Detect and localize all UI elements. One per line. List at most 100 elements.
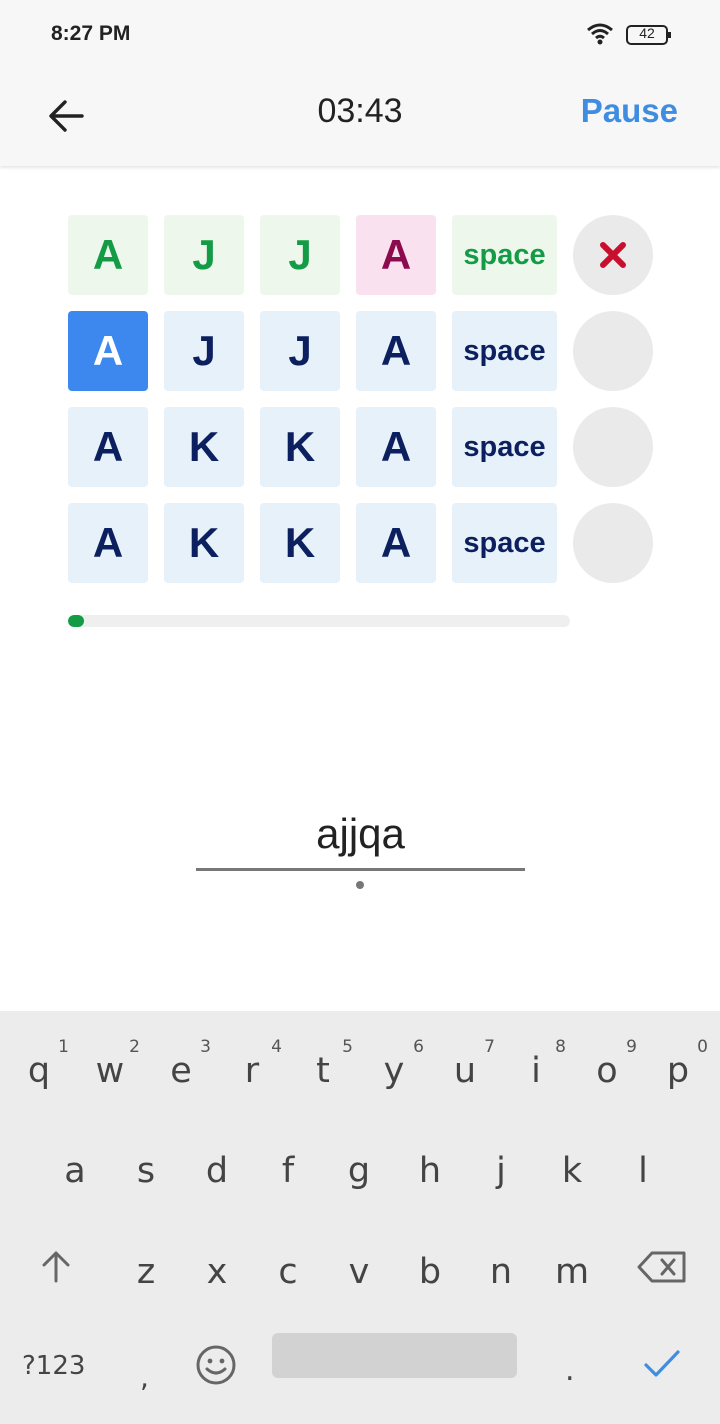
letter-cell: K xyxy=(164,407,244,487)
letter-cell: J xyxy=(164,311,244,391)
letter-cell: A xyxy=(68,407,148,487)
soft-keyboard: ?123 , . q1w2e3r4t5y6u7i8o9p0asdfghjklzx… xyxy=(0,1011,720,1424)
letter-cell: A xyxy=(68,215,148,295)
key-q[interactable]: q1 xyxy=(7,1033,71,1113)
grid-row: A J J Aspace xyxy=(68,215,668,295)
key-r[interactable]: r4 xyxy=(220,1033,284,1113)
letter-cell: J xyxy=(260,215,340,295)
grid-row: A J J Aspace xyxy=(68,311,668,391)
key-u[interactable]: u7 xyxy=(433,1033,497,1113)
key-e[interactable]: e3 xyxy=(149,1033,213,1113)
wrong-x-icon xyxy=(600,242,626,268)
done-check-icon[interactable] xyxy=(642,1347,682,1381)
key-label: b xyxy=(418,1252,442,1292)
key-label: o xyxy=(596,1051,618,1091)
letter-cell: A xyxy=(356,407,436,487)
letter-cell: A xyxy=(356,311,436,391)
progress-bar xyxy=(68,615,570,627)
row-result-indicator xyxy=(573,407,653,487)
battery-level: 42 xyxy=(639,25,655,41)
backspace-icon[interactable] xyxy=(636,1249,688,1285)
key-hint: 2 xyxy=(129,1037,140,1057)
key-p[interactable]: p0 xyxy=(646,1033,710,1113)
grid-row: A K K Aspace xyxy=(68,407,668,487)
row-result-indicator xyxy=(573,311,653,391)
letter-cell: A xyxy=(68,503,148,583)
letter-cell: K xyxy=(260,407,340,487)
key-label: y xyxy=(383,1051,405,1091)
key-t[interactable]: t5 xyxy=(291,1033,355,1113)
space-cell: space xyxy=(452,407,557,487)
key-label: s xyxy=(136,1151,156,1191)
progress-fill xyxy=(68,615,84,627)
letter-cell: J xyxy=(164,215,244,295)
grid-row: A K K Aspace xyxy=(68,503,668,583)
letter-cell: A xyxy=(68,311,148,391)
key-o[interactable]: o9 xyxy=(575,1033,639,1113)
letter-cell: K xyxy=(164,503,244,583)
key-k[interactable]: k xyxy=(540,1133,604,1213)
key-label: v xyxy=(348,1252,370,1292)
key-n[interactable]: n xyxy=(469,1234,533,1314)
key-m[interactable]: m xyxy=(540,1234,604,1314)
key-label: x xyxy=(206,1252,228,1292)
key-h[interactable]: h xyxy=(398,1133,462,1213)
wifi-icon xyxy=(587,23,613,45)
key-x[interactable]: x xyxy=(185,1234,249,1314)
key-label: i xyxy=(531,1051,541,1091)
key-label: u xyxy=(453,1051,477,1091)
key-a[interactable]: a xyxy=(43,1133,107,1213)
key-label: r xyxy=(244,1051,260,1091)
key-label: c xyxy=(278,1252,298,1292)
key-y[interactable]: y6 xyxy=(362,1033,426,1113)
key-hint: 5 xyxy=(342,1037,353,1057)
app-bar: 03:43 Pause xyxy=(0,66,720,166)
key-label: e xyxy=(170,1051,192,1091)
key-label: t xyxy=(316,1051,330,1091)
key-label: a xyxy=(64,1151,86,1191)
key-label: h xyxy=(418,1151,442,1191)
key-hint: 1 xyxy=(58,1037,69,1057)
key-v[interactable]: v xyxy=(327,1234,391,1314)
key-hint: 3 xyxy=(200,1037,211,1057)
letter-cell: K xyxy=(260,503,340,583)
comma-key[interactable]: , xyxy=(140,1361,149,1394)
key-label: n xyxy=(489,1252,513,1292)
status-time: 8:27 PM xyxy=(51,22,131,45)
space-cell: space xyxy=(452,311,557,391)
period-key[interactable]: . xyxy=(565,1353,575,1388)
key-label: z xyxy=(136,1252,156,1292)
shift-icon[interactable] xyxy=(38,1249,74,1285)
key-label: k xyxy=(561,1151,583,1191)
space-cell: space xyxy=(452,503,557,583)
cursor-handle[interactable] xyxy=(356,881,364,889)
key-d[interactable]: d xyxy=(185,1133,249,1213)
key-hint: 4 xyxy=(271,1037,282,1057)
key-label: d xyxy=(205,1151,229,1191)
letter-cell: A xyxy=(356,215,436,295)
key-hint: 6 xyxy=(413,1037,424,1057)
typed-input[interactable]: ajjqa xyxy=(196,810,525,858)
key-s[interactable]: s xyxy=(114,1133,178,1213)
key-label: q xyxy=(27,1051,51,1091)
key-z[interactable]: z xyxy=(114,1234,178,1314)
pause-button[interactable]: Pause xyxy=(581,92,678,130)
key-c[interactable]: c xyxy=(256,1234,320,1314)
key-label: l xyxy=(638,1151,648,1191)
input-underline xyxy=(196,868,525,871)
spacebar[interactable] xyxy=(272,1333,517,1378)
key-g[interactable]: g xyxy=(327,1133,391,1213)
key-label: j xyxy=(496,1151,506,1191)
symbols-key[interactable]: ?123 xyxy=(22,1351,85,1381)
emoji-icon[interactable] xyxy=(194,1343,238,1387)
key-l[interactable]: l xyxy=(611,1133,675,1213)
key-w[interactable]: w2 xyxy=(78,1033,142,1113)
letter-cell: A xyxy=(356,503,436,583)
key-f[interactable]: f xyxy=(256,1133,320,1213)
letter-cell: J xyxy=(260,311,340,391)
key-label: m xyxy=(554,1252,590,1292)
key-label: f xyxy=(281,1151,295,1191)
key-j[interactable]: j xyxy=(469,1133,533,1213)
key-b[interactable]: b xyxy=(398,1234,462,1314)
key-i[interactable]: i8 xyxy=(504,1033,568,1113)
